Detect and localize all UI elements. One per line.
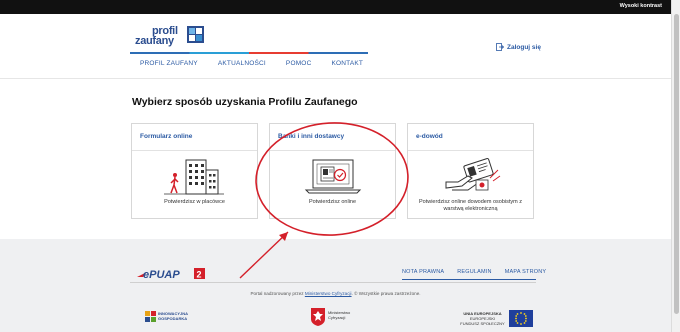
footer-divider [130, 282, 536, 283]
login-icon [496, 43, 504, 51]
card-e-dowod[interactable]: e-dowód Potwierdzisz online dowodem osob… [407, 123, 534, 219]
site-footer: ePUAP 2 NOTA PRAWNA REGULAMIN MAPA STRON… [0, 239, 671, 332]
high-contrast-toggle[interactable]: Wysoki kontrast [620, 3, 662, 9]
card-description: Potwierdzisz online dowodem osobistym z … [418, 199, 523, 212]
footer-links: NOTA PRAWNA REGULAMIN MAPA STRONY [402, 269, 546, 275]
innowacyjna-gospodarka-logo: INNOWACYJNA GOSPODARKA [145, 310, 205, 328]
laptop-icon [304, 159, 362, 194]
nav-item-pomoc[interactable]: POMOC [286, 60, 312, 67]
epuap-label: ePUAP [143, 269, 180, 281]
card-banki-dostawcy[interactable]: Banki i inni dostawcy Potwierdzisz onlin… [269, 123, 396, 219]
login-label: Zaloguj się [507, 43, 541, 51]
nav-item-kontakt[interactable]: KONTAKT [331, 60, 363, 67]
copyright-suffix: . © Wszystkie prawa zastrzeżone. [351, 291, 421, 296]
logo-text-zaufany: zaufany [135, 35, 174, 47]
polish-eagle-icon [311, 308, 325, 326]
footer-links-underline [402, 279, 536, 280]
logo-mark-icon [187, 26, 204, 43]
mc-label-2: Cyfryzacji [328, 315, 346, 320]
ministry-link[interactable]: Ministerstwo Cyfryzacji [305, 291, 352, 296]
card-divider [270, 150, 395, 151]
footer-link-regulamin[interactable]: REGULAMIN [457, 269, 492, 275]
topbar: Wysoki kontrast [0, 0, 671, 14]
eu-flag-icon [509, 310, 533, 327]
card-description: Potwierdzisz online [308, 199, 357, 205]
card-divider [408, 150, 533, 151]
card-divider [132, 150, 257, 151]
card-formularz-online[interactable]: Formularz online Potwierdzisz w placówce [131, 123, 258, 219]
eu-fund-logo: UNIA EUROPEJSKA EUROPEJSKI FUNDUSZ SPOŁE… [460, 309, 536, 329]
main-content: Wybierz sposób uzyskania Profilu Zaufane… [0, 79, 671, 239]
card-description: Potwierdzisz w placówce [164, 199, 225, 205]
copyright-prefix: Portal nadzorowany przez [250, 291, 304, 296]
site-header: profil zaufany Zaloguj się [0, 14, 671, 52]
eu-label-3: FUNDUSZ SPOŁECZNY [460, 320, 505, 326]
ig-logo-mark-icon [145, 311, 156, 322]
scrollbar-thumb[interactable] [674, 14, 679, 314]
nav-item-profil-zaufany[interactable]: PROFIL ZAUFANY [140, 60, 198, 67]
building-icon [164, 159, 224, 195]
card-title: e-dowód [416, 133, 443, 140]
nav-color-stripe [130, 52, 368, 54]
main-navigation: PROFIL ZAUFANY AKTUALNOŚCI POMOC KONTAKT [0, 52, 671, 79]
card-title: Banki i inni dostawcy [278, 133, 345, 140]
footer-link-mapa-strony[interactable]: MAPA STRONY [505, 269, 547, 275]
login-link[interactable]: Zaloguj się [496, 43, 541, 51]
epuap-version: 2 [197, 270, 202, 280]
nav-item-aktualnosci[interactable]: AKTUALNOŚCI [218, 60, 266, 67]
scrollbar[interactable] [671, 0, 680, 332]
ministerstwo-cyfryzacji-logo: Ministerstwo Cyfryzacji [311, 306, 371, 330]
ig-label-2: GOSPODARKA [158, 316, 188, 321]
page-title: Wybierz sposób uzyskania Profilu Zaufane… [132, 96, 358, 108]
epuap-logo[interactable]: ePUAP 2 [137, 267, 207, 281]
footer-link-nota-prawna[interactable]: NOTA PRAWNA [402, 269, 444, 275]
funding-logos: INNOWACYJNA GOSPODARKA Ministerstwo Cyfr… [0, 305, 671, 331]
id-card-icon [445, 158, 501, 191]
copyright-text: Portal nadzorowany przez Ministerstwo Cy… [0, 291, 671, 296]
card-title: Formularz online [140, 133, 193, 140]
